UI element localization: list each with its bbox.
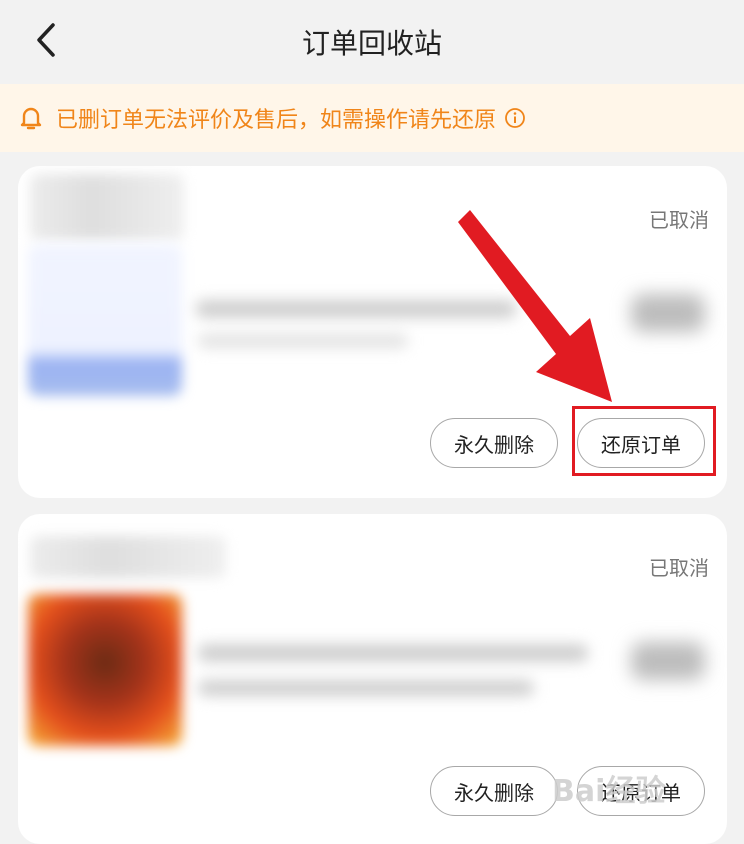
page-title: 订单回收站 bbox=[301, 27, 442, 60]
price-blurred bbox=[631, 294, 705, 332]
product-title-blurred-line2 bbox=[198, 680, 534, 696]
bell-icon bbox=[20, 107, 42, 130]
notice-banner: 已删订单无法评价及售后，如需操作请先还原 bbox=[0, 84, 744, 152]
product-thumbnail[interactable] bbox=[28, 594, 182, 746]
permanent-delete-button[interactable]: 永久删除 bbox=[430, 766, 558, 816]
price-blurred bbox=[631, 642, 705, 680]
info-icon[interactable] bbox=[504, 107, 526, 129]
product-thumbnail[interactable] bbox=[28, 244, 182, 396]
highlight-box bbox=[572, 406, 716, 476]
shop-name-blurred bbox=[30, 174, 184, 240]
watermark: Bai经验 bbox=[552, 774, 666, 809]
product-title-blurred bbox=[198, 644, 588, 662]
notice-text: 已删订单无法评价及售后，如需操作请先还原 bbox=[56, 108, 497, 133]
shop-name-blurred bbox=[30, 536, 226, 578]
product-title-blurred bbox=[196, 300, 516, 318]
order-status: 已取消 bbox=[649, 208, 709, 232]
order-status: 已取消 bbox=[649, 556, 709, 580]
product-spec-blurred bbox=[198, 334, 408, 348]
header-bar: 订单回收站 bbox=[0, 0, 744, 84]
permanent-delete-button[interactable]: 永久删除 bbox=[430, 418, 558, 468]
